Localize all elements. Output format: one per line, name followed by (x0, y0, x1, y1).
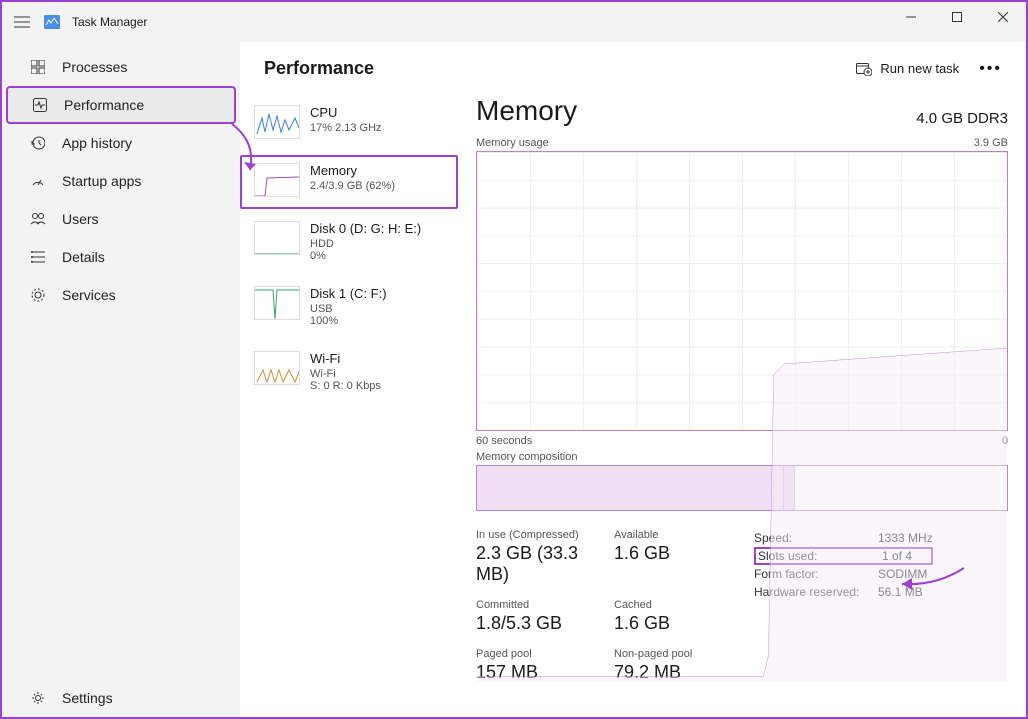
history-icon (30, 135, 46, 151)
perf-name: Wi-Fi (310, 351, 381, 366)
window-title: Task Manager (72, 15, 147, 29)
sidebar-item-label: Services (62, 287, 116, 303)
perf-thumb-memory (254, 163, 300, 197)
sidebar-item-startup-apps[interactable]: Startup apps (6, 162, 236, 200)
minimize-button[interactable] (888, 2, 934, 32)
sidebar-item-label: Users (62, 211, 99, 227)
settings-icon (30, 690, 46, 706)
perf-stat2: 100% (310, 315, 387, 327)
perf-stat: 2.4/3.9 GB (62%) (310, 180, 395, 192)
perf-card-wifi[interactable]: Wi-Fi Wi-Fi S: 0 R: 0 Kbps (240, 343, 458, 404)
perf-stat2: 0% (310, 250, 421, 262)
perf-name: Disk 1 (C: F:) (310, 286, 387, 301)
perf-stat: HDD (310, 238, 421, 250)
perf-card-cpu[interactable]: CPU 17% 2.13 GHz (240, 97, 458, 151)
perf-thumb-disk1 (254, 286, 300, 320)
perf-thumb-disk0 (254, 221, 300, 255)
gear-icon (30, 287, 46, 303)
perf-thumb-wifi (254, 351, 300, 385)
perf-resource-list: CPU 17% 2.13 GHz Memory 2.4/3.9 GB (62%) (240, 89, 458, 717)
sidebar-item-users[interactable]: Users (6, 200, 236, 238)
perf-name: Disk 0 (D: G: H: E:) (310, 221, 421, 236)
perf-thumb-cpu (254, 105, 300, 139)
sidebar-item-label: Performance (64, 97, 144, 113)
sidebar-item-processes[interactable]: Processes (6, 48, 236, 86)
sidebar-item-label: Details (62, 249, 105, 265)
run-task-icon (856, 62, 872, 76)
sidebar-item-app-history[interactable]: App history (6, 124, 236, 162)
sidebar-item-label: Settings (62, 690, 113, 706)
hamburger-menu-button[interactable] (2, 16, 42, 28)
grid-icon (30, 59, 46, 75)
close-button[interactable] (980, 2, 1026, 32)
detail-title: Memory (476, 95, 577, 127)
run-task-label: Run new task (880, 61, 959, 76)
sidebar-item-label: Processes (62, 59, 127, 75)
page-title: Performance (264, 58, 374, 79)
sidebar-item-label: App history (62, 135, 132, 151)
sidebar-item-services[interactable]: Services (6, 276, 236, 314)
memory-usage-chart (476, 151, 1008, 431)
titlebar: Task Manager (2, 2, 1026, 42)
sidebar-item-label: Startup apps (62, 173, 141, 189)
sidebar: Processes Performance App history Startu… (2, 42, 240, 717)
users-icon (30, 211, 46, 227)
chart-label-left: Memory usage (476, 137, 549, 149)
list-icon (30, 249, 46, 265)
run-new-task-button[interactable]: Run new task (856, 61, 959, 76)
pulse-icon (32, 97, 48, 113)
perf-stat: Wi-Fi (310, 368, 381, 380)
maximize-button[interactable] (934, 2, 980, 32)
perf-detail-panel: Memory 4.0 GB DDR3 Memory usage 3.9 GB 6… (458, 89, 1026, 717)
sidebar-item-details[interactable]: Details (6, 238, 236, 276)
content-area: Performance Run new task ••• (240, 42, 1026, 717)
app-icon (42, 15, 62, 29)
detail-capacity: 4.0 GB DDR3 (916, 110, 1008, 127)
perf-name: Memory (310, 163, 395, 178)
perf-name: CPU (310, 105, 382, 120)
sidebar-item-performance[interactable]: Performance (6, 86, 236, 124)
perf-card-disk0[interactable]: Disk 0 (D: G: H: E:) HDD 0% (240, 213, 458, 274)
more-options-button[interactable]: ••• (979, 60, 1002, 78)
perf-stat: 17% 2.13 GHz (310, 122, 382, 134)
sidebar-item-settings[interactable]: Settings (6, 679, 236, 717)
perf-stat: USB (310, 303, 387, 315)
perf-stat2: S: 0 R: 0 Kbps (310, 380, 381, 392)
chart-label-right: 3.9 GB (974, 137, 1008, 149)
hamburger-icon (14, 16, 30, 28)
perf-card-disk1[interactable]: Disk 1 (C: F:) USB 100% (240, 278, 458, 339)
gauge-icon (30, 173, 46, 189)
perf-card-memory[interactable]: Memory 2.4/3.9 GB (62%) (240, 155, 458, 209)
